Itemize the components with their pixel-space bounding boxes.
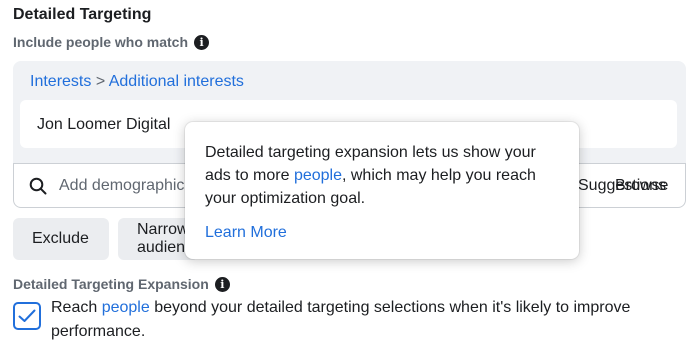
breadcrumb: Interests > Additional interests: [30, 73, 244, 91]
tooltip-people-link[interactable]: people: [294, 167, 342, 184]
learn-more-link[interactable]: Learn More: [205, 224, 287, 242]
breadcrumb-separator: >: [95, 73, 106, 90]
browse-button[interactable]: Browse: [615, 177, 668, 195]
expansion-tooltip: Detailed targeting expansion lets us sho…: [185, 122, 579, 259]
info-icon[interactable]: i: [214, 276, 230, 292]
expansion-checkbox[interactable]: [13, 302, 41, 330]
breadcrumb-additional-interests-link[interactable]: Additional interests: [109, 73, 244, 90]
checkmark-icon: [18, 309, 36, 322]
section-title: Detailed Targeting: [13, 6, 152, 23]
search-icon: [29, 177, 47, 195]
info-icon[interactable]: i: [194, 34, 210, 50]
include-label: Include people who match: [13, 34, 189, 50]
tooltip-text: Detailed targeting expansion lets us sho…: [205, 141, 559, 210]
selected-interest-label: Jon Loomer Digital: [37, 116, 171, 133]
breadcrumb-interests-link[interactable]: Interests: [30, 73, 91, 90]
expansion-title: Detailed Targeting Expansion: [13, 276, 209, 292]
expansion-text-before: Reach: [51, 299, 102, 316]
include-label-row: Include people who match i: [13, 34, 210, 50]
people-link[interactable]: people: [102, 299, 150, 316]
exclude-button[interactable]: Exclude: [13, 218, 109, 260]
search-input[interactable]: [59, 174, 199, 198]
expansion-description: Reach people beyond your detailed target…: [51, 296, 681, 344]
expansion-title-row: Detailed Targeting Expansion i: [13, 276, 230, 292]
